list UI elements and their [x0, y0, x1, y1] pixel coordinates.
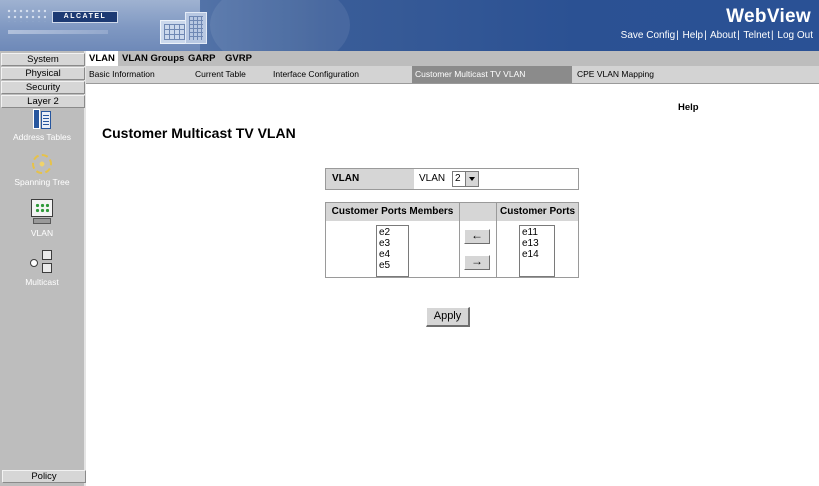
list-item[interactable]: e13 [522, 238, 552, 249]
app-title: WebView [726, 6, 811, 27]
move-right-button[interactable]: → [464, 255, 490, 270]
nav-vlan-label: VLAN [30, 228, 54, 238]
nav-address-tables-label: Address Tables [13, 132, 71, 142]
nav-system-button[interactable]: System [1, 53, 85, 66]
banner-swoosh [210, 0, 350, 51]
subtab-current-table[interactable]: Current Table [192, 66, 270, 83]
vlan-select-value: 2 [455, 173, 461, 184]
nav-security-button[interactable]: Security [1, 81, 85, 94]
customer-ports-header: Customer Ports [497, 203, 578, 221]
column-divider [496, 203, 497, 277]
help-link[interactable]: Help [683, 30, 704, 41]
subtab-customer-multicast-tv-vlan[interactable]: Customer Multicast TV VLAN [412, 66, 572, 83]
logo-dots-icon [6, 8, 46, 22]
list-item[interactable]: e11 [522, 227, 552, 238]
logo-text: ALCATEL [63, 13, 107, 20]
header-links: Save Config| Help| About| Telnet| Log Ou… [620, 30, 813, 41]
apply-button[interactable]: Apply [426, 307, 470, 327]
nav-multicast-label: Multicast [25, 277, 59, 287]
chevron-down-icon[interactable] [465, 172, 478, 186]
list-item[interactable]: e2 [379, 227, 406, 238]
address-table-icon [33, 109, 51, 129]
column-divider [459, 203, 460, 277]
arrow-column-header [460, 203, 496, 221]
vlan-select[interactable]: 2 [452, 171, 479, 187]
subtab-interface-configuration[interactable]: Interface Configuration [270, 66, 410, 83]
save-config-link[interactable]: Save Config [621, 30, 675, 41]
sub-tab-bar: Basic Information Current Table Interfac… [86, 66, 819, 84]
subtab-cpe-vlan-mapping[interactable]: CPE VLAN Mapping [574, 66, 684, 83]
list-item[interactable]: e4 [379, 249, 406, 260]
alcatel-logo-area: ALCATEL [0, 0, 350, 51]
nav-physical-button[interactable]: Physical [1, 67, 85, 80]
tab-vlan[interactable]: VLAN [86, 51, 118, 66]
telnet-link[interactable]: Telnet [743, 30, 770, 41]
nav-policy-button[interactable]: Policy [2, 470, 86, 483]
customer-ports-members-list[interactable]: e2 e3 e4 e5 [376, 225, 409, 277]
nav-address-tables[interactable]: Address Tables [0, 109, 84, 142]
ports-table: Customer Ports Members Customer Ports e2… [325, 202, 579, 278]
left-nav: System Physical Security Layer 2 Address… [0, 51, 86, 486]
about-link[interactable]: About [710, 30, 736, 41]
tab-gvrp[interactable]: GVRP [222, 51, 255, 66]
nav-multicast[interactable]: Multicast [0, 250, 84, 287]
move-left-button[interactable]: ← [464, 229, 490, 244]
tab-garp[interactable]: GARP [185, 51, 218, 66]
nav-spanning-tree-label: Spanning Tree [14, 177, 70, 187]
logout-link[interactable]: Log Out [777, 30, 813, 41]
vlan-icon [31, 199, 53, 225]
alcatel-logo: ALCATEL [52, 11, 118, 23]
help-link[interactable]: Help [678, 102, 699, 113]
multicast-icon [30, 250, 54, 274]
layer2-icon-menu: Address Tables Spanning Tree VLAN Multic… [0, 109, 84, 299]
customer-ports-members-header: Customer Ports Members [326, 203, 459, 221]
customer-ports-list[interactable]: e11 e13 e14 [519, 225, 555, 277]
list-item[interactable]: e3 [379, 238, 406, 249]
nav-layer2-button[interactable]: Layer 2 [1, 95, 85, 108]
nav-vlan[interactable]: VLAN [0, 199, 84, 238]
tab-vlan-groups[interactable]: VLAN Groups [119, 51, 187, 66]
header-banner: ALCATEL WebView Save Config| Help| About… [0, 0, 819, 51]
building-icon [185, 12, 207, 44]
vlan-selector-row: VLAN VLAN 2 [325, 168, 579, 190]
vlan-prefix: VLAN [419, 173, 446, 184]
logo-tagline-graphic [8, 30, 108, 34]
spanning-tree-icon [32, 154, 52, 174]
vlan-label: VLAN [326, 169, 414, 189]
list-item[interactable]: e5 [379, 260, 406, 271]
list-item[interactable]: e14 [522, 249, 552, 260]
nav-spanning-tree[interactable]: Spanning Tree [0, 154, 84, 187]
page-title: Customer Multicast TV VLAN [102, 125, 296, 141]
subtab-basic-information[interactable]: Basic Information [86, 66, 190, 83]
main-tab-bar: VLAN VLAN Groups GARP GVRP [86, 51, 819, 66]
